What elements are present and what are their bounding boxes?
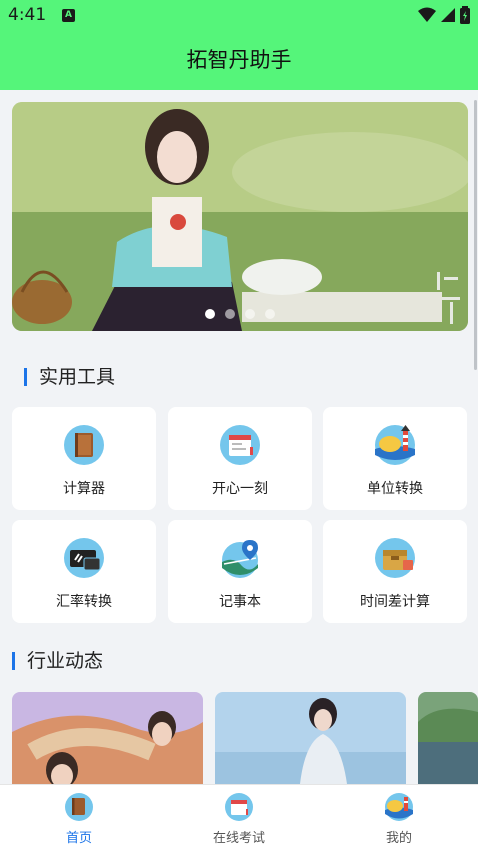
tool-label: 计算器 <box>63 481 105 497</box>
news-image <box>12 692 203 784</box>
tool-unit-convert[interactable]: 单位转换 <box>323 407 467 510</box>
app-header: 4:41 A 拓智丹助手 <box>0 0 478 90</box>
bottom-nav: 首页 在线考试 我的 <box>0 784 478 850</box>
news-card[interactable] <box>418 692 478 784</box>
carousel-dot[interactable] <box>225 309 235 319</box>
notification-icon: A <box>62 9 75 22</box>
nav-mine[interactable]: 我的 <box>339 785 459 850</box>
banner-carousel[interactable] <box>12 102 468 331</box>
tool-label: 时间差计算 <box>360 594 430 610</box>
lighthouse-icon <box>375 425 415 465</box>
news-card[interactable] <box>215 692 406 784</box>
tool-label: 记事本 <box>219 594 261 610</box>
tool-calculator[interactable]: 计算器 <box>12 407 156 510</box>
carousel-indicator <box>12 309 468 319</box>
page-title: 拓智丹助手 <box>186 48 292 72</box>
news-image <box>215 692 406 784</box>
signal-icon <box>441 8 455 22</box>
nav-home[interactable]: 首页 <box>19 785 139 850</box>
nav-label: 我的 <box>385 831 412 846</box>
tools-section-title: 实用工具 <box>24 368 115 387</box>
carousel-dot[interactable] <box>205 309 215 319</box>
tool-label: 单位转换 <box>367 481 423 497</box>
tool-label: 开心一刻 <box>212 481 268 497</box>
lighthouse-icon <box>385 793 413 821</box>
nav-label: 首页 <box>65 831 92 846</box>
news-image <box>418 692 478 784</box>
calendar-icon <box>220 425 260 465</box>
tool-label: 汇率转换 <box>56 594 112 610</box>
battery-icon <box>460 6 470 24</box>
scrollbar[interactable] <box>474 100 477 370</box>
nav-label: 在线考试 <box>212 831 265 846</box>
notebook-icon <box>65 793 93 821</box>
wifi-icon <box>418 7 436 22</box>
news-card[interactable] <box>12 692 203 784</box>
tool-time-diff[interactable]: 时间差计算 <box>323 520 467 623</box>
banner-image <box>12 102 468 331</box>
news-section-title: 行业动态 <box>12 652 103 671</box>
toolbox-icon <box>375 538 415 578</box>
status-icons <box>418 6 470 24</box>
status-bar: 4:41 A <box>0 0 478 32</box>
tool-notepad[interactable]: 记事本 <box>168 520 312 623</box>
monitor-icon <box>64 538 104 578</box>
carousel-dot[interactable] <box>265 309 275 319</box>
status-time: 4:41 <box>8 5 47 25</box>
notebook-icon <box>64 425 104 465</box>
tool-happy-moment[interactable]: 开心一刻 <box>168 407 312 510</box>
tool-exchange-rate[interactable]: 汇率转换 <box>12 520 156 623</box>
nav-online-exam[interactable]: 在线考试 <box>179 785 299 850</box>
map-pin-icon <box>222 540 258 578</box>
carousel-dot[interactable] <box>245 309 255 319</box>
calendar-icon <box>225 793 253 821</box>
